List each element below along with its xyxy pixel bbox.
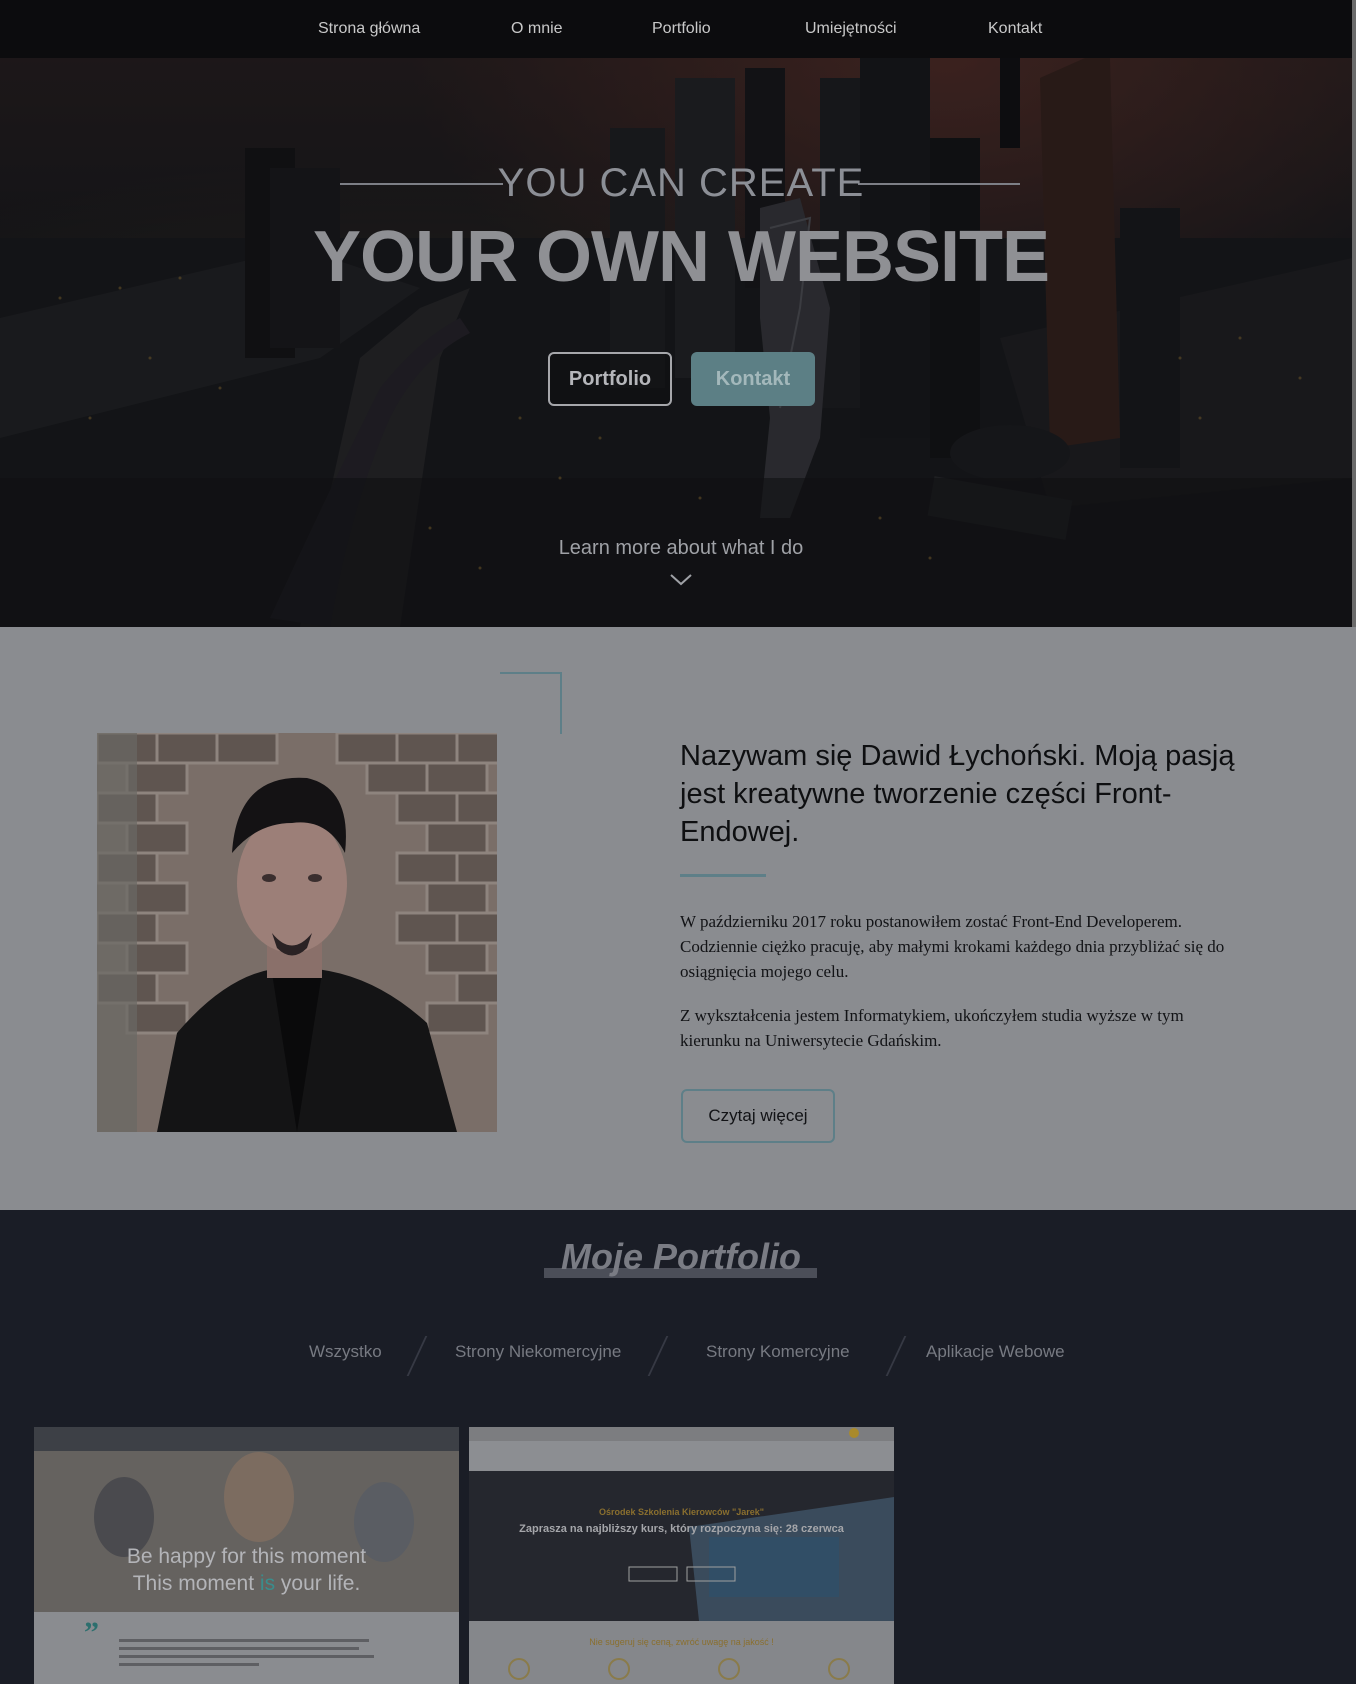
card-2-bottom-text: Nie sugeruj się ceną, zwróć uwagę na jak… [589, 1637, 774, 1647]
nav-item-portfolio[interactable]: Portfolio [652, 20, 711, 38]
about-heading-underline [680, 874, 766, 877]
hero-title: YOUR OWN WEBSITE [313, 217, 1050, 297]
nav-item-about[interactable]: O mnie [511, 20, 563, 38]
filter-non-commercial[interactable]: Strony Niekomercyjne [455, 1342, 621, 1362]
filter-commercial[interactable]: Strony Komercyjne [706, 1342, 850, 1362]
card-1-subline: This moment is your life. [34, 1572, 459, 1596]
about-section: Nazywam się Dawid Łychoński. Moją pasją … [0, 627, 1356, 1210]
filter-divider [885, 1336, 907, 1376]
nav-item-skills[interactable]: Umiejętności [805, 20, 897, 38]
page-scrollbar[interactable] [1352, 0, 1356, 628]
hero-portfolio-button[interactable]: Portfolio [548, 352, 672, 406]
photo-frame-corner [500, 672, 562, 734]
card-1-headline: Be happy for this moment [126, 1545, 367, 1568]
portfolio-card-1[interactable]: ” Be happy for this moment This moment i… [34, 1427, 459, 1684]
read-more-button[interactable]: Czytaj więcej [681, 1089, 835, 1143]
card-2-subheading: Zaprasza na najbliższy kurs, który rozpo… [519, 1523, 844, 1535]
portfolio-title: Moje Portfolio [561, 1236, 801, 1277]
portfolio-section: Moje Portfolio Wszystko Strony Niekomerc… [0, 1210, 1356, 1684]
top-navbar: Strona główna O mnie Portfolio Umiejętno… [0, 0, 1352, 58]
card-1-subline-a: This moment [132, 1572, 260, 1595]
filter-all[interactable]: Wszystko [309, 1342, 382, 1362]
card-2-heading: Ośrodek Szkolenia Kierowców "Jarek" [598, 1507, 765, 1517]
card-1-subline-c: your life. [275, 1572, 361, 1595]
nav-item-contact[interactable]: Kontakt [988, 20, 1042, 38]
about-paragraph-1: W październiku 2017 roku postanowiłem zo… [680, 912, 1225, 981]
hero-section: YOU CAN CREATE YOUR OWN WEBSITE Portfoli… [0, 58, 1352, 627]
filter-divider [647, 1336, 669, 1376]
hero-contact-button[interactable]: Kontakt [691, 352, 815, 406]
about-paragraph-2: Z wykształcenia jestem Informatykiem, uk… [680, 1006, 1184, 1050]
profile-photo [97, 733, 497, 1132]
filter-divider [406, 1336, 428, 1376]
hero-subtitle: YOU CAN CREATE [497, 161, 865, 205]
learn-more-link[interactable]: Learn more about what I do [0, 537, 1352, 560]
about-heading: Nazywam się Dawid Łychoński. Moją pasją … [680, 740, 1235, 848]
chevron-down-icon[interactable] [670, 574, 692, 586]
nav-item-home[interactable]: Strona główna [318, 20, 420, 38]
portfolio-card-2[interactable]: Ośrodek Szkolenia Kierowców "Jarek" Zapr… [469, 1427, 894, 1684]
card-1-subline-highlight: is [259, 1572, 276, 1595]
filter-web-apps[interactable]: Aplikacje Webowe [926, 1342, 1065, 1362]
svg-text:”: ” [84, 1616, 99, 1649]
